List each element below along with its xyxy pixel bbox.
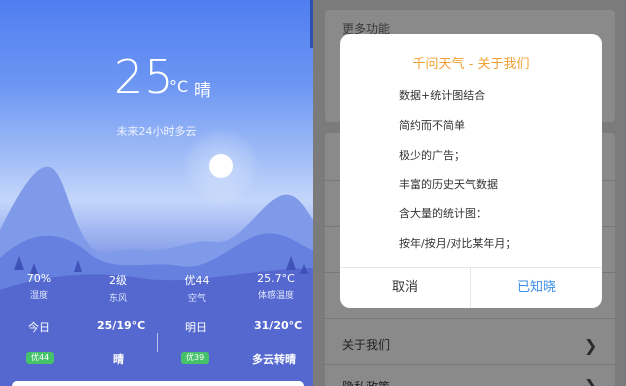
dialog-line: 数据+统计图结合 — [399, 89, 486, 102]
bottom-card — [12, 381, 304, 386]
dialog-title: 千问天气 - 关于我们 — [412, 57, 530, 72]
dialog-line: 极少的广告； — [399, 149, 465, 162]
aqi-badge: 优44 — [26, 352, 55, 364]
dialog-line: 丰富的历史天气数据 — [399, 178, 498, 191]
stat-value: 优44 — [184, 274, 210, 287]
aqi-badge: 优39 — [181, 352, 210, 364]
day-label: 今日 — [28, 321, 50, 334]
daily-weather: 多云转晴 — [252, 353, 296, 366]
settings-item-about-us[interactable]: 关于我们 — [342, 336, 390, 353]
stat-humidity: 70% 湿度 — [0, 272, 78, 301]
day-label: 明日 — [185, 321, 207, 334]
stat-label: 体感温度 — [257, 291, 294, 301]
confirm-button[interactable]: 已知晓 — [471, 268, 602, 308]
stat-label: 东风 — [108, 294, 127, 304]
stat-air-quality: 优44 空气 — [158, 272, 236, 304]
stat-label: 湿度 — [29, 291, 48, 301]
chevron-right-icon: ❯ — [584, 336, 598, 355]
dialog-line: 按年/按月/对比某年月； — [399, 237, 517, 250]
stat-label: 空气 — [187, 294, 206, 304]
current-condition: 晴 — [194, 81, 211, 101]
daily-weather: 晴 — [113, 353, 124, 366]
row-divider — [325, 318, 615, 319]
daily-divider — [157, 333, 158, 352]
forecast-note: 未来24小时多云 — [116, 125, 197, 138]
stat-feels-like: 25.7°C 体感温度 — [237, 272, 313, 301]
stat-value: 70% — [26, 272, 52, 285]
about-dialog: 千问天气 - 关于我们 数据+统计图结合 简约而不简单 极少的广告； 丰富的历史… — [340, 34, 602, 308]
stat-wind: 2级 东风 — [79, 272, 157, 304]
current-temperature: 25 — [114, 50, 175, 104]
cancel-button[interactable]: 取消 — [340, 268, 470, 308]
temperature-range: 31/20°C — [254, 319, 303, 332]
stat-value: 2级 — [109, 274, 127, 287]
dialog-line: 含大量的统计图： — [399, 207, 487, 220]
row-divider — [325, 364, 615, 365]
temperature-unit: °C — [169, 77, 189, 96]
temperature-range: 25/19°C — [97, 319, 146, 332]
chevron-right-icon: ❯ — [584, 376, 598, 386]
dialog-line: 简约而不简单 — [399, 119, 465, 132]
settings-item-next[interactable]: 隐私政策 — [342, 378, 390, 386]
weather-panel: 25 °C 晴 未来24小时多云 70% 湿度 2级 东风 优44 空气 25.… — [0, 0, 313, 386]
stat-value: 25.7°C — [257, 272, 295, 285]
